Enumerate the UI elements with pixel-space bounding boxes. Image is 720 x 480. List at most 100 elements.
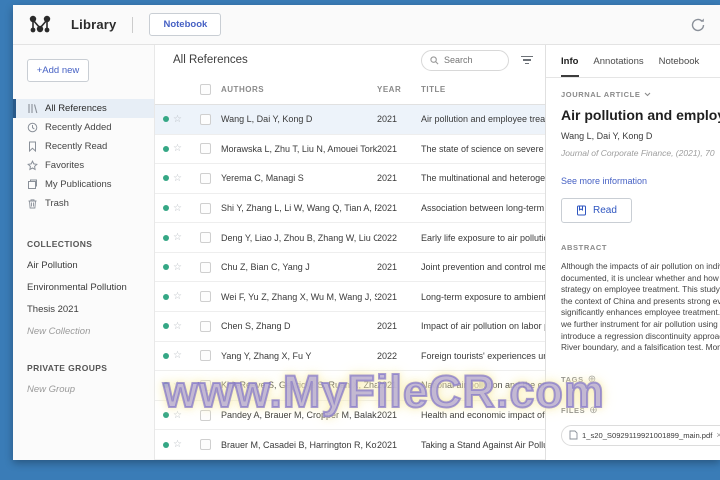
favorite-star-icon[interactable]: ☆: [173, 114, 193, 125]
favorite-star-icon[interactable]: ☆: [173, 203, 193, 214]
row-year: 2021: [377, 291, 398, 302]
row-checkbox[interactable]: [199, 232, 211, 244]
document-type-dropdown[interactable]: JOURNAL ARTICLE: [561, 90, 720, 99]
favorite-star-icon[interactable]: ☆: [173, 380, 193, 391]
sidebar-item-label: Recently Added: [45, 122, 112, 133]
column-year[interactable]: YEAR: [377, 85, 421, 94]
search-input[interactable]: [444, 55, 499, 65]
collection-environmental-pollution[interactable]: Environmental Pollution: [27, 282, 154, 293]
row-checkbox[interactable]: [199, 350, 211, 362]
row-checkbox[interactable]: [199, 261, 211, 273]
collection-thesis-2021[interactable]: Thesis 2021: [27, 304, 154, 315]
private-groups-header: PRIVATE GROUPS: [27, 363, 108, 373]
new-group-link[interactable]: New Group: [27, 384, 154, 395]
row-year: 2021: [377, 203, 398, 214]
sidebar-item-all-references[interactable]: All References: [13, 99, 154, 118]
row-authors: Yerema C, Managi S: [221, 173, 304, 184]
sidebar-item-label: All References: [45, 103, 107, 114]
row-checkbox[interactable]: [199, 113, 211, 125]
abstract-label: ABSTRACT: [561, 243, 608, 252]
row-year: 2021: [377, 143, 398, 154]
favorite-star-icon[interactable]: ☆: [173, 143, 193, 154]
see-more-link[interactable]: See more information: [561, 176, 720, 186]
table-row[interactable]: ☆ Yerema C, Managi S 2021 The multinational…: [155, 164, 545, 194]
add-tag-icon[interactable]: ⊕: [588, 374, 597, 385]
collection-air-pollution[interactable]: Air Pollution: [27, 260, 154, 271]
sidebar-item-label: Favorites: [45, 160, 85, 171]
sidebar-item-recently-added[interactable]: Recently Added: [13, 118, 154, 137]
row-authors: Pandey A, Brauer M, Cropper M, Balakr...: [221, 410, 377, 421]
favorite-star-icon[interactable]: ☆: [173, 439, 193, 450]
row-checkbox[interactable]: [199, 320, 211, 332]
table-row[interactable]: ☆ Chu Z, Bian C, Yang J 2021 Joint preventi…: [155, 253, 545, 283]
abstract-text: Although the impacts of air pollution on…: [561, 261, 720, 353]
table-row[interactable]: ☆ Shi Y, Zhang L, Li W, Wang Q, Tian A, P…: [155, 194, 545, 224]
sidebar-item-recently-read[interactable]: Recently Read: [13, 137, 154, 156]
collections-header: COLLECTIONS: [27, 239, 93, 249]
table-row[interactable]: ☆ Wei F, Yu Z, Zhang X, Wu M, Wang J, S..…: [155, 282, 545, 313]
read-button[interactable]: Read: [561, 198, 632, 223]
table-row[interactable]: ☆ Chen S, Zhang D 2021 Impact of air pollut…: [155, 312, 545, 342]
tab-notebook[interactable]: Notebook: [659, 45, 700, 77]
row-checkbox[interactable]: [199, 143, 211, 155]
column-authors[interactable]: AUTHORS: [221, 85, 377, 94]
row-authors: Kirk-Reeve S, Gehricke S, Ruan X, Zha...: [221, 380, 377, 391]
select-all-checkbox[interactable]: [199, 84, 211, 95]
star-icon: [27, 160, 38, 171]
table-row[interactable]: ☆ Deng Y, Liao J, Zhou B, Zhang W, Liu C.…: [155, 223, 545, 253]
row-year: 2022: [377, 350, 398, 361]
column-title[interactable]: TITLE: [421, 85, 545, 94]
tab-info[interactable]: Info: [561, 45, 580, 77]
row-checkbox[interactable]: [199, 291, 211, 303]
row-title: Air pollution and employee treatmen: [421, 114, 545, 125]
table-row[interactable]: ☆ Pandey A, Brauer M, Cropper M, Balakr..…: [155, 401, 545, 431]
new-collection-link[interactable]: New Collection: [27, 326, 154, 337]
sidebar-item-trash[interactable]: Trash: [13, 194, 154, 213]
row-year: 2021: [377, 439, 398, 450]
tab-annotations[interactable]: Annotations: [593, 45, 643, 77]
favorite-star-icon[interactable]: ☆: [173, 173, 193, 184]
table-row[interactable]: ☆ Yang Y, Zhang X, Fu Y 2022 Foreign touris…: [155, 342, 545, 372]
unread-dot: [163, 441, 169, 448]
row-checkbox[interactable]: [199, 379, 211, 391]
unread-dot: [163, 234, 169, 241]
favorite-star-icon[interactable]: ☆: [173, 291, 193, 302]
favorite-star-icon[interactable]: ☆: [173, 262, 193, 273]
read-document-icon: [577, 205, 586, 216]
reference-list-panel: All References AUTHORS YEAR TITLE ☆ Wang …: [155, 45, 545, 460]
row-checkbox[interactable]: [199, 202, 211, 214]
row-year: 2021: [377, 380, 398, 391]
favorite-star-icon[interactable]: ☆: [173, 350, 193, 361]
clock-icon: [27, 122, 38, 133]
add-file-icon[interactable]: ⊕: [589, 405, 598, 416]
unread-dot: [163, 412, 169, 419]
favorite-star-icon[interactable]: ☆: [173, 321, 193, 332]
row-year: 2021: [377, 321, 398, 332]
favorite-star-icon[interactable]: ☆: [173, 232, 193, 243]
filter-icon[interactable]: [521, 55, 533, 65]
row-checkbox[interactable]: [199, 172, 211, 184]
remove-file-icon[interactable]: ×: [716, 430, 720, 440]
file-attachment[interactable]: 1_s20_S0929119921001899_main.pdf ×: [561, 424, 720, 446]
row-authors: Yang Y, Zhang X, Fu Y: [221, 350, 312, 361]
sidebar-item-label: Recently Read: [45, 141, 108, 152]
table-row[interactable]: ☆ Kirk-Reeve S, Gehricke S, Ruan X, Zha..…: [155, 371, 545, 401]
document-title: Air pollution and employee: [561, 107, 720, 123]
table-row[interactable]: ☆ Brauer M, Casadei B, Harrington R, Kov.…: [155, 430, 545, 460]
favorite-star-icon[interactable]: ☆: [173, 410, 193, 421]
sidebar-item-favorites[interactable]: Favorites: [13, 156, 154, 175]
file-name: 1_s20_S0929119921001899_main.pdf: [582, 430, 713, 440]
table-row[interactable]: ☆ Wang L, Dai Y, Kong D 2021 Air pollution …: [155, 105, 545, 135]
table-row[interactable]: ☆ Morawska L, Zhu T, Liu N, Amouei Tork..…: [155, 135, 545, 165]
row-checkbox[interactable]: [199, 409, 211, 421]
add-new-button[interactable]: +Add new: [27, 59, 89, 82]
table-header: AUTHORS YEAR TITLE: [155, 75, 545, 105]
sync-icon[interactable]: [690, 17, 706, 33]
bookmark-icon: [27, 141, 38, 152]
row-authors: Brauer M, Casadei B, Harrington R, Kov..…: [221, 439, 377, 450]
notebook-button[interactable]: Notebook: [149, 13, 222, 36]
row-title: Long-term exposure to ambient air p: [421, 291, 545, 302]
search-box[interactable]: [421, 49, 509, 71]
sidebar-item-my-publications[interactable]: My Publications: [13, 175, 154, 194]
row-checkbox[interactable]: [199, 439, 211, 451]
